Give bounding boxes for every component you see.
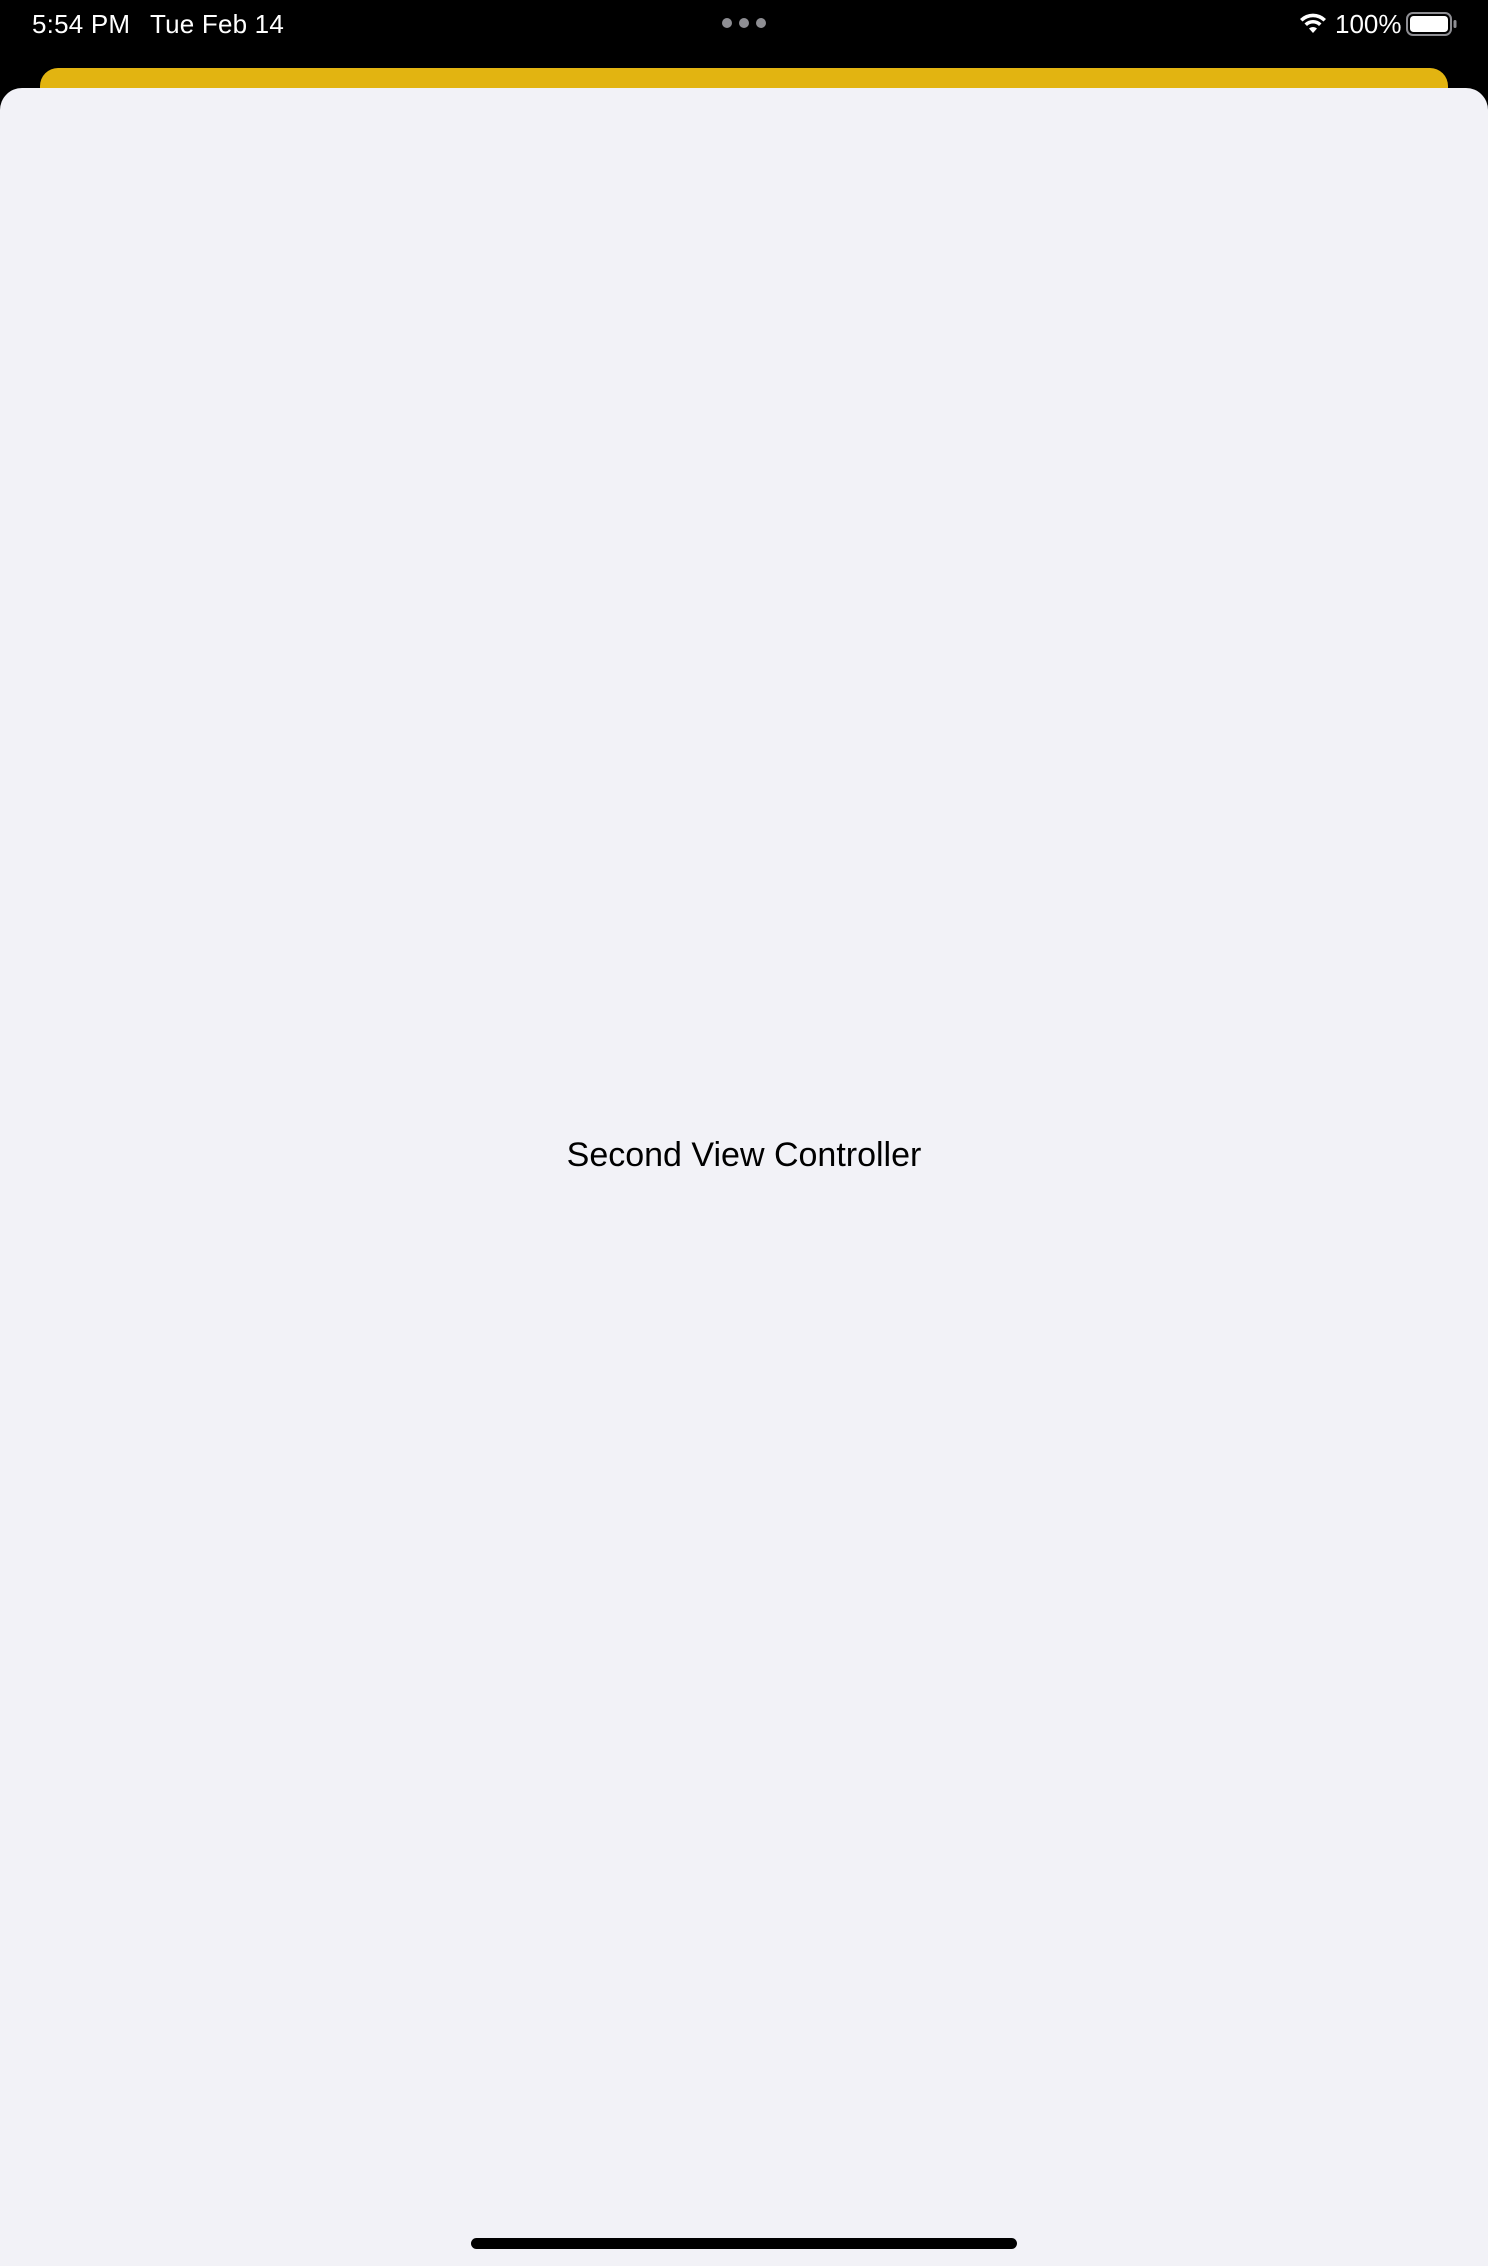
wifi-icon [1300, 13, 1326, 33]
status-bar: 5:54 PM Tue Feb 14 100% [0, 0, 1488, 48]
multitask-dot [722, 18, 732, 28]
screen: 5:54 PM Tue Feb 14 100% Second View Cont… [0, 0, 1488, 2266]
battery-icon [1406, 12, 1457, 36]
battery-percent: 100% [1335, 9, 1402, 39]
view-controller-label: Second View Controller [566, 1136, 922, 1174]
multitask-dot [739, 18, 749, 28]
status-date: Tue Feb 14 [150, 9, 285, 39]
multitask-dots-icon[interactable] [722, 18, 766, 28]
multitask-dot [756, 18, 766, 28]
status-time: 5:54 PM [32, 9, 131, 39]
home-indicator[interactable] [471, 2238, 1017, 2249]
modal-sheet [0, 88, 1488, 2266]
